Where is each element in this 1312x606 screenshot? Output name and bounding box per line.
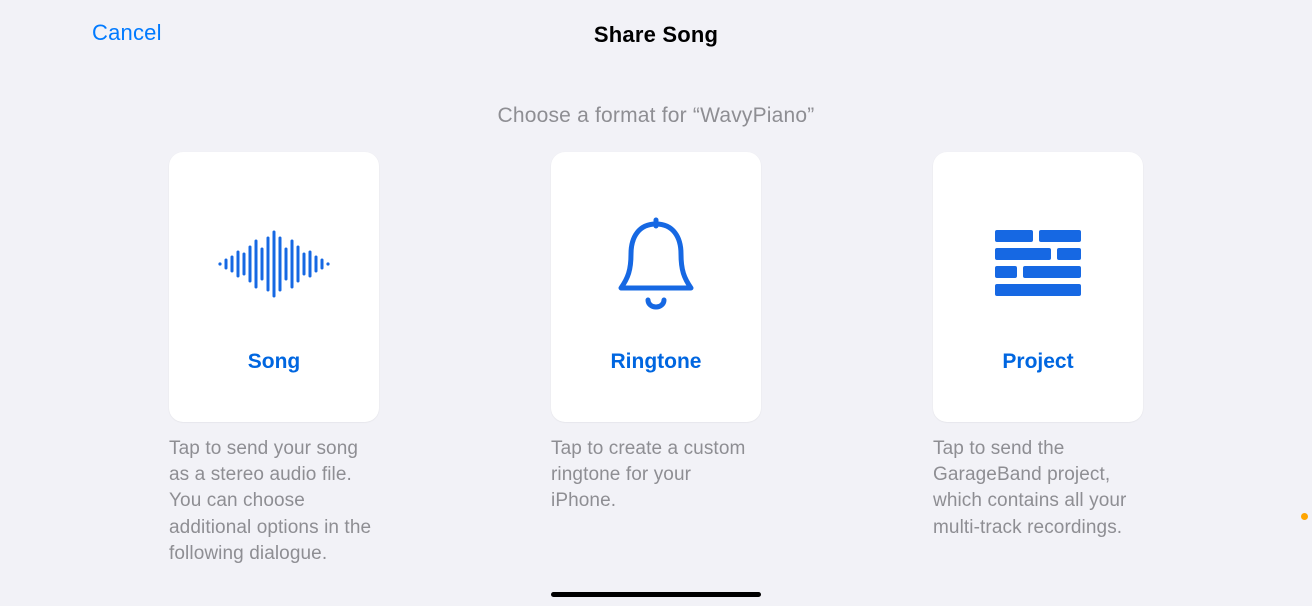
option-project: Project Tap to send the GarageBand proje…	[933, 152, 1143, 567]
subtitle: Choose a format for “WavyPiano”	[0, 104, 1312, 128]
page-title: Share Song	[594, 22, 718, 48]
card-ringtone-label: Ringtone	[611, 350, 702, 374]
option-song: Song Tap to send your song as a stereo a…	[169, 152, 379, 567]
option-ringtone-description: Tap to create a custom ringtone for your…	[551, 436, 761, 515]
format-options: Song Tap to send your song as a stereo a…	[0, 152, 1312, 567]
waveform-icon	[214, 194, 334, 334]
card-song-label: Song	[248, 350, 301, 374]
card-ringtone[interactable]: Ringtone	[551, 152, 761, 422]
option-song-description: Tap to send your song as a stereo audio …	[169, 436, 379, 567]
tracks-icon	[995, 194, 1081, 334]
option-project-description: Tap to send the GarageBand project, whic…	[933, 436, 1143, 541]
card-song[interactable]: Song	[169, 152, 379, 422]
card-project[interactable]: Project	[933, 152, 1143, 422]
bell-icon	[613, 194, 699, 334]
header: Cancel Share Song	[0, 0, 1312, 48]
cancel-button[interactable]: Cancel	[92, 20, 162, 46]
card-project-label: Project	[1002, 350, 1073, 374]
recording-indicator-dot	[1301, 513, 1308, 520]
home-indicator[interactable]	[551, 592, 761, 597]
option-ringtone: Ringtone Tap to create a custom ringtone…	[551, 152, 761, 567]
